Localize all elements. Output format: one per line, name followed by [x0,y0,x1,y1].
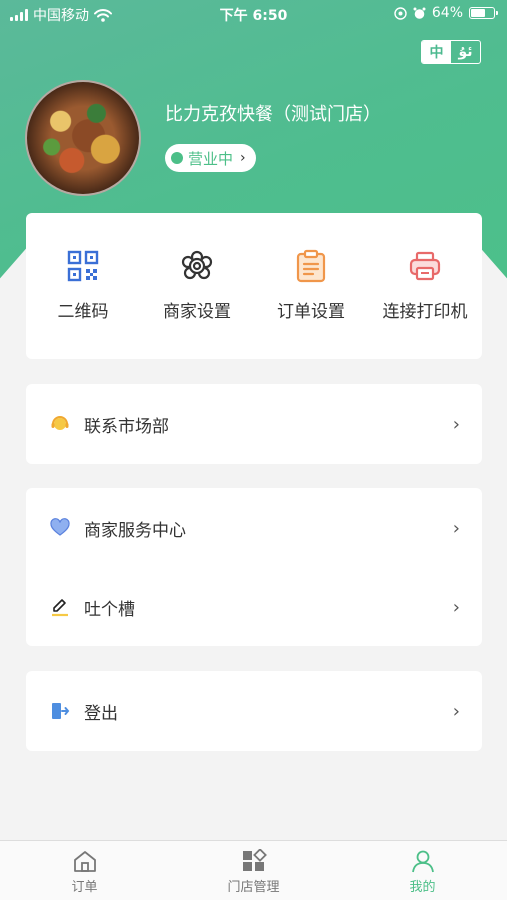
chevron-right-icon: › [452,700,460,722]
quick-action-merchant-settings[interactable]: 商家设置 [140,213,254,359]
business-status-button[interactable]: 营业中 › [165,144,256,172]
person-icon [411,850,434,873]
quick-action-label: 连接打印机 [382,302,468,322]
menu-item-contact-marketing[interactable]: 联系市场部 › [26,384,482,464]
rotation-lock-icon [394,6,407,20]
quick-action-label: 二维码 [57,302,109,322]
status-label: 营业中 [188,149,234,168]
qr-code-icon [66,249,100,283]
status-right: 64% [394,5,498,21]
printer-icon [408,249,442,283]
pencil-icon [50,597,70,617]
exit-door-icon [50,701,70,721]
menu-item-logout[interactable]: 登出 › [26,671,482,751]
tab-label: 我的 [409,880,436,895]
store-avatar[interactable] [25,80,141,196]
quick-action-label: 订单设置 [277,302,345,322]
chevron-right-icon: › [240,150,246,166]
headset-icon [50,414,70,434]
clipboard-icon [294,249,328,283]
menu-item-merchant-service[interactable]: 商家服务中心 › [26,488,482,568]
chevron-right-icon: › [452,517,460,539]
tab-bar: 订单 门店管理 我的 [0,840,507,900]
home-icon [73,851,96,872]
heart-icon [50,518,70,538]
store-name: 比力克孜快餐（测试门店） [165,104,381,125]
status-dot-icon [171,152,183,164]
quick-action-qrcode[interactable]: 二维码 [26,213,140,359]
quick-actions-card: 二维码 商家设置 订单设置 连接打印机 [26,213,482,359]
menu-item-label: 联系市场部 [84,416,169,437]
tab-mine[interactable]: 我的 [338,841,507,900]
battery-icon [469,7,498,19]
menu-item-label: 吐个槽 [84,599,135,620]
lang-uyghur[interactable]: ئۇ [451,41,480,63]
menu-item-feedback[interactable]: 吐个槽 › [26,567,482,647]
quick-action-connect-printer[interactable]: 连接打印机 [368,213,482,359]
battery-percent: 64% [431,5,463,21]
menu-item-label: 商家服务中心 [84,520,186,541]
status-bar: 中国移动 下午 6:50 64% [0,0,507,28]
menu-item-label: 登出 [84,703,118,724]
tab-orders[interactable]: 订单 [0,841,169,900]
tab-label: 门店管理 [227,880,280,895]
grid-icon [242,849,267,871]
gear-flower-icon [180,249,214,283]
language-switch[interactable]: 中 ئۇ [421,40,481,64]
quick-action-order-settings[interactable]: 订单设置 [254,213,368,359]
tab-store-management[interactable]: 门店管理 [169,841,338,900]
chevron-right-icon: › [452,413,460,435]
alarm-icon [413,7,426,19]
lang-chinese[interactable]: 中 [422,41,451,63]
tab-label: 订单 [71,880,98,895]
quick-action-label: 商家设置 [163,302,231,322]
chevron-right-icon: › [452,596,460,618]
